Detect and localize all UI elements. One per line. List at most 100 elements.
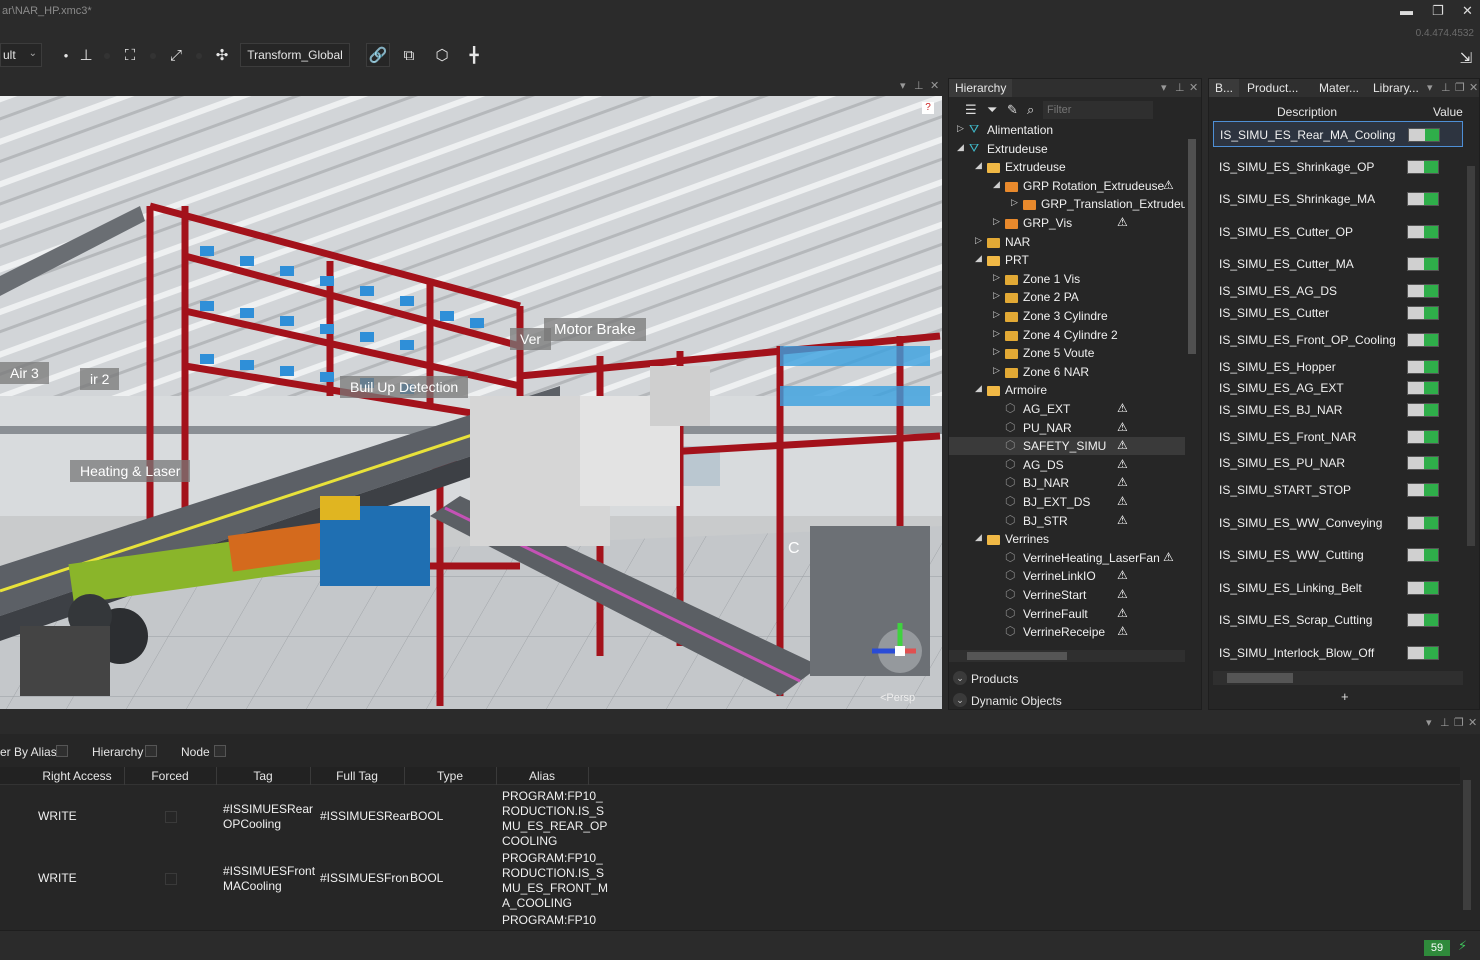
signals-h-scrollbar[interactable] — [1213, 671, 1463, 685]
minimize-button[interactable]: ▬ — [1400, 3, 1413, 18]
signal-toggle[interactable] — [1407, 516, 1439, 530]
expand-arrow-icon[interactable]: ▷ — [1011, 197, 1021, 208]
tree-item[interactable]: ⬡ VerrineReceipe ⚠ — [949, 623, 1185, 641]
section-products[interactable]: ⌄ Products — [949, 668, 1201, 690]
tree-item[interactable]: ◢ ⛛ Extrudeuse — [949, 140, 1185, 158]
signal-row[interactable]: IS_SIMU_ES_Rear_MA_Cooling — [1213, 121, 1463, 147]
signal-toggle[interactable] — [1407, 403, 1439, 417]
expand-arrow-icon[interactable]: ▷ — [993, 328, 1003, 339]
signal-toggle[interactable] — [1407, 333, 1439, 347]
expand-arrow-icon[interactable]: ▷ — [993, 346, 1003, 357]
gizmo-icon[interactable]: ✣ — [210, 43, 234, 67]
expand-arrow-icon[interactable]: ▷ — [993, 216, 1003, 227]
add-signal-button[interactable]: + — [1341, 689, 1349, 704]
filter-by-alias-checkbox[interactable] — [56, 745, 68, 757]
tab-product[interactable]: Product... — [1241, 79, 1304, 97]
camera-mode-label[interactable]: <Persp — [880, 692, 915, 704]
signal-toggle[interactable] — [1407, 160, 1439, 174]
signal-row[interactable]: IS_SIMU_ES_PU_NAR — [1213, 450, 1463, 476]
tree-item[interactable]: ▷ Zone 6 NAR — [949, 363, 1185, 381]
column-type[interactable]: Type — [404, 769, 496, 783]
tree-item[interactable]: ⬡ VerrineStart ⚠ — [949, 586, 1185, 604]
signal-row[interactable]: IS_SIMU_ES_Shrinkage_OP — [1213, 154, 1463, 180]
signals-scrollbar[interactable] — [1465, 121, 1477, 681]
expand-arrow-icon[interactable]: ▷ — [975, 235, 985, 246]
scroll-thumb[interactable] — [1467, 166, 1475, 546]
tree-item[interactable]: ⬡ VerrineLinkIO ⚠ — [949, 567, 1185, 585]
column-forced[interactable]: Forced — [124, 769, 216, 783]
signal-toggle[interactable] — [1407, 192, 1439, 206]
collapse-arrow-icon[interactable]: ◢ — [975, 383, 985, 394]
signal-row[interactable]: IS_SIMU_ES_Cutter_OP — [1213, 219, 1463, 245]
expand-arrow-icon[interactable]: ▷ — [993, 365, 1003, 376]
tree-item[interactable]: ◢ Extrudeuse — [949, 158, 1185, 176]
close-icon[interactable]: ✕ — [1468, 716, 1477, 729]
tab-b[interactable]: B... — [1209, 79, 1240, 97]
tree-item[interactable]: ▷ GRP_Vis ⚠ — [949, 214, 1185, 232]
expand-arrow-icon[interactable]: ▷ — [993, 309, 1003, 320]
dropdown-icon[interactable]: ▾ — [1161, 81, 1167, 94]
collapse-arrow-icon[interactable]: ◢ — [975, 253, 985, 264]
close-button[interactable]: ✕ — [1462, 3, 1473, 19]
scroll-thumb[interactable] — [1227, 673, 1293, 683]
column-alias[interactable]: Alias — [496, 769, 588, 783]
transform-mode-button[interactable]: Transform_Global — [240, 43, 350, 67]
signal-row[interactable]: IS_SIMU_ES_WW_Conveying — [1213, 510, 1463, 536]
close-icon[interactable]: ✕ — [1469, 81, 1478, 94]
restore-button[interactable]: ❐ — [1432, 3, 1444, 19]
list-icon[interactable]: ☰ — [965, 102, 977, 118]
signal-toggle[interactable] — [1407, 225, 1439, 239]
section-dynamic-objects[interactable]: ⌄ Dynamic Objects — [949, 690, 1201, 712]
dropdown-icon[interactable]: ▾ — [1427, 81, 1433, 94]
table-row[interactable]: PROGRAM:FP10_ — [0, 913, 1460, 925]
hierarchy-checkbox[interactable] — [145, 745, 157, 757]
dropdown-icon[interactable]: ▾ — [900, 79, 906, 92]
signal-row[interactable]: IS_SIMU_ES_Front_NAR — [1213, 424, 1463, 450]
search-icon[interactable]: ⌕ — [1027, 102, 1034, 118]
expand-arrow-icon[interactable]: ▷ — [957, 123, 967, 134]
tree-item[interactable]: ⬡ BJ_NAR ⚠ — [949, 474, 1185, 492]
expand-icon[interactable]: ⇲ — [1454, 46, 1478, 70]
frame-icon[interactable]: ⧉ — [397, 43, 421, 67]
signal-row[interactable]: IS_SIMU_ES_WW_Cutting — [1213, 542, 1463, 568]
scroll-thumb[interactable] — [1463, 780, 1471, 910]
tree-item[interactable]: ▷ NAR — [949, 233, 1185, 251]
tab-material[interactable]: Mater... — [1313, 79, 1365, 97]
link-icon[interactable]: 🔗 — [366, 43, 390, 67]
signal-toggle[interactable] — [1407, 613, 1439, 627]
tree-h-scrollbar[interactable] — [949, 650, 1185, 662]
collapse-arrow-icon[interactable]: ◢ — [957, 142, 967, 153]
table-row[interactable]: WRITE #ISSIMUESRear OPCooling #ISSIMUESRear… — [0, 789, 1460, 851]
split-icon[interactable]: ╋ — [462, 43, 486, 67]
signal-toggle[interactable] — [1407, 284, 1439, 298]
tree-item[interactable]: ⬡ SAFETY_SIMU ⚠ — [949, 437, 1185, 456]
node-checkbox[interactable] — [214, 745, 226, 757]
tree-item[interactable]: ▷ Zone 3 Cylindre — [949, 307, 1185, 325]
column-right-access[interactable]: Right Access — [30, 769, 124, 783]
signal-row[interactable]: IS_SIMU_ES_Cutter_MA — [1213, 251, 1463, 277]
scroll-thumb[interactable] — [1188, 139, 1196, 354]
collapse-arrow-icon[interactable]: ◢ — [993, 179, 1003, 190]
signal-toggle[interactable] — [1407, 581, 1439, 595]
tree-item[interactable]: ⬡ BJ_EXT_DS ⚠ — [949, 493, 1185, 511]
float-icon[interactable]: ❐ — [1454, 716, 1464, 729]
filter-input[interactable] — [1043, 101, 1153, 119]
column-description[interactable]: Description — [1277, 105, 1337, 119]
tree-item[interactable]: ▷ GRP_Translation_Extrudeuse — [949, 195, 1185, 213]
tree-item[interactable]: ▷ Zone 4 Cylindre 2 — [949, 326, 1185, 344]
signal-toggle[interactable] — [1408, 128, 1440, 142]
forced-checkbox[interactable] — [165, 811, 177, 823]
tree-item[interactable]: ⬡ PU_NAR ⚠ — [949, 419, 1185, 437]
tree-item[interactable]: ⬡ AG_DS ⚠ — [949, 456, 1185, 474]
pin-icon[interactable]: ⊥ — [914, 79, 924, 92]
signal-row[interactable]: IS_SIMU_Interlock_Blow_Off — [1213, 640, 1463, 666]
tree-item[interactable]: ◢ Armoire — [949, 381, 1185, 399]
tree-item[interactable]: ▷ Zone 2 PA — [949, 288, 1185, 306]
scroll-thumb[interactable] — [967, 652, 1067, 660]
move-axes-icon[interactable]: ⊥ — [74, 43, 98, 67]
signal-toggle[interactable] — [1407, 483, 1439, 497]
close-icon[interactable]: ✕ — [1189, 81, 1198, 94]
close-icon[interactable]: ✕ — [930, 79, 939, 92]
signal-toggle[interactable] — [1407, 306, 1439, 320]
signal-toggle[interactable] — [1407, 456, 1439, 470]
